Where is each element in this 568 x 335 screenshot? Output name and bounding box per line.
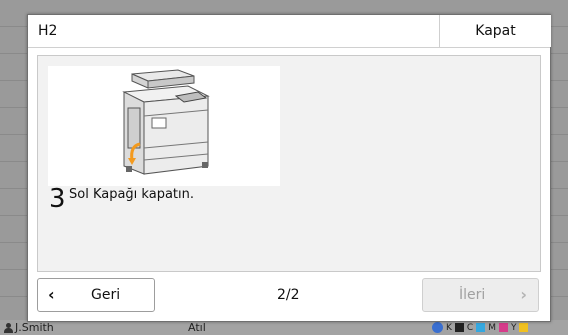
guide-dialog: H2 Kapat 3 Sol Kapağı kapatın. ‹ Geri 2/… [27,14,551,322]
user-icon [4,322,13,333]
ink-label-m: M [488,322,496,333]
ink-label-y: Y [510,322,517,333]
ink-label-k: K [446,322,452,333]
ink-status-icon [432,322,443,333]
ink-m-swatch [498,323,508,332]
chevron-left-icon: ‹ [48,285,55,304]
back-button[interactable]: ‹ Geri [37,278,155,312]
ink-levels: K C M Y [432,322,529,333]
ink-c-swatch [476,323,486,332]
user-name: J.Smith [15,321,54,334]
instruction-panel: 3 Sol Kapağı kapatın. [37,55,541,272]
chevron-right-icon: › [520,285,527,304]
dialog-footer: ‹ Geri 2/2 İleri › [28,273,550,321]
printer-illustration [48,66,280,186]
dialog-titlebar: H2 Kapat [28,15,551,48]
step-number: 3 [49,184,66,214]
next-button-label: İleri [459,287,486,303]
ink-label-c: C [466,322,474,333]
step-instruction: Sol Kapağı kapatın. [69,187,194,202]
printer-image [122,69,210,175]
mode-text: Atıl [188,321,206,334]
next-button[interactable]: İleri › [422,278,539,312]
dialog-title: H2 [38,23,58,39]
page-indicator: 2/2 [277,287,300,303]
back-button-label: Geri [91,287,121,303]
status-bar: J.Smith Atıl K C M Y [0,320,568,335]
ink-k-swatch [454,323,464,332]
close-button[interactable]: Kapat [439,15,551,47]
user-indicator: J.Smith [4,321,54,334]
ink-y-swatch [519,323,529,332]
